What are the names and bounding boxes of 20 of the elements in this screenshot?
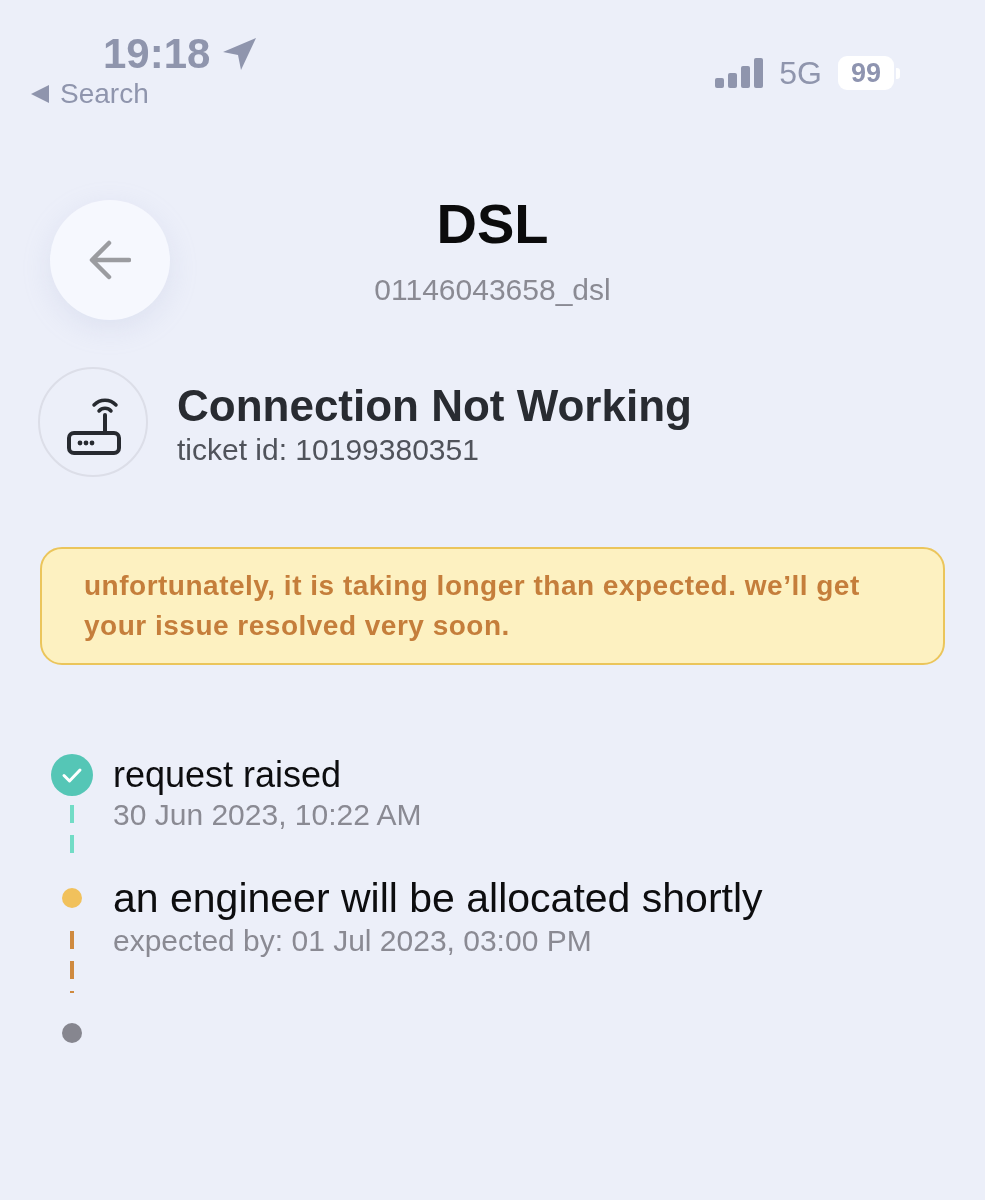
status-time: 19:18 xyxy=(103,30,211,78)
ticket-id: ticket id: 10199380351 xyxy=(177,432,479,468)
left-triangle-icon xyxy=(31,85,49,103)
dashed-connector xyxy=(70,931,74,993)
alert-message: unfortunately, it is taking longer than expected. we’ll get your issue resolved very soon. xyxy=(84,569,861,643)
battery-indicator: 99 xyxy=(837,56,900,90)
step-title: request raised xyxy=(113,753,342,797)
issue-title: Connection Not Working xyxy=(177,380,692,432)
location-arrow-icon xyxy=(222,38,257,70)
step-title: an engineer will be allocated shortly xyxy=(113,874,763,923)
signal-bars-icon xyxy=(715,58,764,88)
step-date: 30 Jun 2023, 10:22 AM xyxy=(113,797,422,833)
account-number: 01146043658_dsl xyxy=(374,272,611,308)
router-icon xyxy=(38,367,148,477)
network-type: 5G xyxy=(779,54,822,92)
back-arrow-icon xyxy=(89,240,131,280)
step-date: expected by: 01 Jul 2023, 03:00 PM xyxy=(113,923,592,959)
dashed-connector xyxy=(70,805,74,855)
back-to-search-link[interactable]: Search xyxy=(31,78,149,110)
page-title: DSL xyxy=(436,192,549,256)
